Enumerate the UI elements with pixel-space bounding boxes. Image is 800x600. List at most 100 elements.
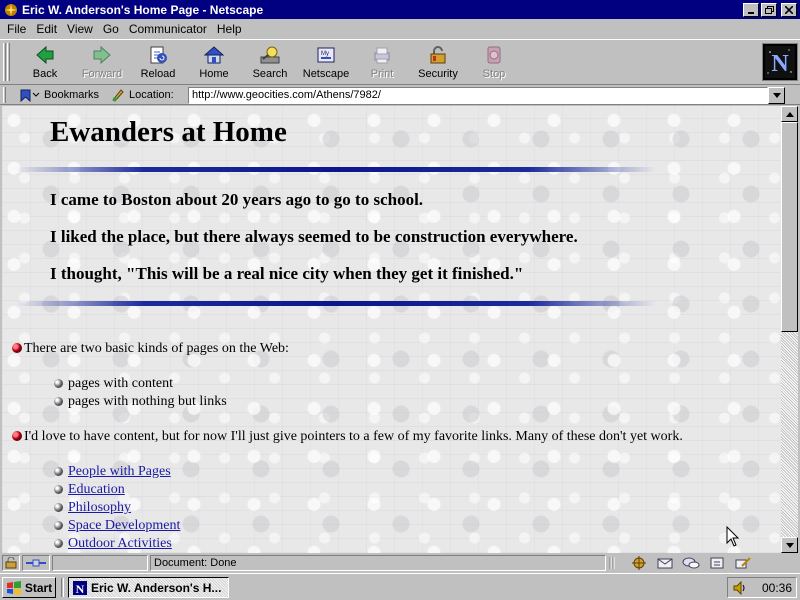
forward-button[interactable]: Forward (74, 42, 130, 82)
grey-bullet-icon (54, 485, 63, 494)
stop-icon (482, 44, 506, 66)
intro-line: I liked the place, but there always seem… (50, 227, 578, 246)
back-button[interactable]: Back (17, 42, 73, 82)
mouse-cursor-icon (726, 526, 740, 547)
mail-component-icon[interactable] (654, 555, 678, 571)
status-bar: Document: Done (0, 554, 800, 572)
start-button[interactable]: Start (2, 577, 56, 598)
location-toolbar-grip[interactable] (3, 86, 6, 103)
svg-text:N: N (76, 582, 85, 596)
netscape-button[interactable]: My Netscape (298, 42, 354, 82)
navigation-toolbar: Back Forward Reload Home Search My Netsc… (0, 39, 800, 85)
url-dropdown-button[interactable] (768, 87, 785, 104)
taskbar-window-label: Eric W. Anderson's H... (91, 580, 222, 595)
vertical-scrollbar[interactable] (781, 106, 798, 553)
security-status-icon[interactable] (2, 555, 20, 571)
window-title: Eric W. Anderson's Home Page - Netscape (22, 2, 264, 17)
page-content[interactable]: Ewanders at Home I came to Boston about … (2, 106, 781, 553)
section-text: I'd love to have content, but for now I'… (24, 429, 683, 444)
menu-help[interactable]: Help (212, 22, 247, 36)
bookmarks-label: Bookmarks (44, 88, 100, 101)
intro-line: I came to Boston about 20 years ago to g… (50, 190, 424, 209)
grey-bullet-icon (54, 467, 63, 476)
home-icon (202, 44, 226, 66)
windows-taskbar: Start N Eric W. Anderson's H... 00:36 (0, 573, 800, 600)
print-button[interactable]: Print (354, 42, 410, 82)
address-book-component-icon[interactable] (706, 555, 730, 571)
svg-text:My: My (321, 51, 329, 57)
connection-status-icon[interactable] (22, 555, 50, 571)
bookmarks-icon (20, 89, 40, 102)
close-button[interactable] (781, 2, 797, 17)
chevron-down-icon (772, 93, 781, 98)
home-button[interactable]: Home (186, 42, 242, 82)
reload-label: Reload (140, 68, 176, 80)
netscape-app-icon[interactable] (3, 2, 19, 18)
url-input[interactable]: http://www.geocities.com/Athens/7982/ (188, 87, 768, 104)
component-bar-grip[interactable] (608, 555, 626, 571)
composer-component-icon[interactable] (732, 555, 756, 571)
grey-bullet-icon (54, 521, 63, 530)
chevron-down-icon (785, 542, 794, 548)
location-toolbar: Bookmarks Location: http://www.geocities… (0, 85, 800, 105)
netscape-logo[interactable]: N (762, 43, 798, 81)
scrollbar-thumb[interactable] (781, 122, 798, 332)
horizontal-rule (16, 167, 656, 172)
stop-label: Stop (482, 68, 506, 80)
menu-view[interactable]: View (62, 22, 98, 36)
bookmarks-button[interactable]: Bookmarks (18, 88, 99, 102)
grey-bullet-icon (54, 379, 63, 388)
back-arrow-icon (33, 44, 57, 66)
grey-bullet-icon (54, 503, 63, 512)
taskbar-netscape-window[interactable]: N Eric W. Anderson's H... (68, 577, 229, 598)
menu-edit[interactable]: Edit (31, 22, 62, 36)
menu-bar: File Edit View Go Communicator Help (0, 19, 800, 38)
menu-file[interactable]: File (2, 22, 31, 36)
grey-bullet-icon (54, 539, 63, 548)
red-bullet-icon (12, 431, 22, 441)
windows-logo-icon (6, 580, 21, 595)
minimize-button[interactable] (743, 2, 759, 17)
intro-line: I thought, "This will be a real nice cit… (50, 264, 524, 283)
page-heading: Ewanders at Home (50, 116, 287, 148)
scroll-down-button[interactable] (781, 537, 798, 553)
security-lock-icon (426, 44, 450, 66)
link-philosophy[interactable]: Philosophy (68, 500, 131, 516)
scroll-up-button[interactable] (781, 106, 798, 122)
location-page-icon (112, 88, 124, 102)
security-button[interactable]: Security (410, 42, 466, 82)
toolbar-grip[interactable] (7, 43, 10, 81)
netscape-label: Netscape (302, 68, 350, 80)
list-item: pages with nothing but links (68, 394, 227, 409)
link-outdoor-activities[interactable]: Outdoor Activities (68, 536, 172, 552)
window-title-bar[interactable]: Eric W. Anderson's Home Page - Netscape (0, 0, 800, 19)
grey-bullet-icon (54, 397, 63, 406)
location-label: Location: (111, 88, 174, 102)
print-label: Print (370, 68, 394, 80)
netscape-task-icon: N (73, 580, 87, 596)
horizontal-rule (16, 301, 656, 306)
menu-go[interactable]: Go (98, 22, 124, 36)
print-icon (370, 44, 394, 66)
netscape-icon: My (314, 44, 338, 66)
link-education[interactable]: Education (68, 482, 125, 498)
link-people-with-pages[interactable]: People with Pages (68, 464, 171, 480)
netscape-logo-letter: N (771, 51, 789, 77)
start-label: Start (24, 580, 53, 595)
maximize-button[interactable] (761, 2, 777, 17)
forward-arrow-icon (90, 44, 114, 66)
red-bullet-icon (12, 343, 22, 353)
toolbar-grip[interactable] (3, 43, 6, 81)
volume-icon[interactable] (732, 580, 748, 596)
reload-icon (146, 44, 170, 66)
stop-button[interactable]: Stop (466, 42, 522, 82)
discussions-component-icon[interactable] (680, 555, 704, 571)
search-button[interactable]: Search (242, 42, 298, 82)
forward-label: Forward (81, 68, 123, 80)
menu-communicator[interactable]: Communicator (124, 22, 212, 36)
reload-button[interactable]: Reload (130, 42, 186, 82)
clock[interactable]: 00:36 (762, 581, 792, 595)
status-message: Document: Done (150, 555, 606, 571)
navigator-component-icon[interactable] (628, 555, 652, 571)
link-space-development[interactable]: Space Development (68, 518, 180, 534)
